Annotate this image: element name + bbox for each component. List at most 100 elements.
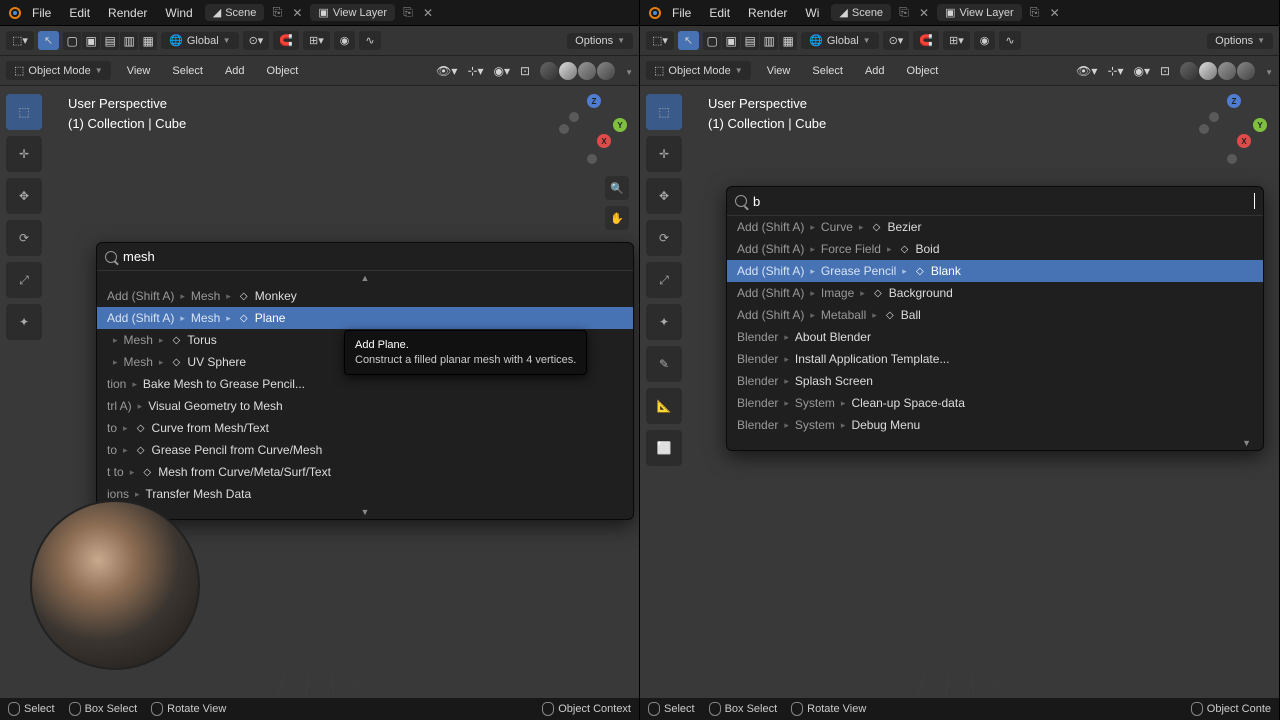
scene-close-icon[interactable]: ✕ xyxy=(915,4,933,22)
search-input[interactable] xyxy=(753,194,1279,209)
snap-toggle[interactable]: 🧲 xyxy=(273,31,299,50)
menu-view[interactable]: View xyxy=(761,62,797,80)
search-result[interactable]: to▸◇Grease Pencil from Curve/Mesh xyxy=(97,439,633,461)
select-mode-4[interactable]: ▥ xyxy=(760,32,778,50)
layer-close-icon[interactable]: ✕ xyxy=(419,4,437,22)
snap-dropdown[interactable]: ⊞▾ xyxy=(303,31,330,50)
cursor-tool[interactable]: ↖ xyxy=(678,31,699,50)
zoom-icon[interactable]: 🔍 xyxy=(605,176,629,200)
menu-file[interactable]: File xyxy=(664,3,699,23)
search-result[interactable]: Blender▸Splash Screen xyxy=(727,370,1263,392)
menu-object[interactable]: Object xyxy=(901,62,945,80)
shading-solid[interactable] xyxy=(1199,62,1217,80)
tool-annotate[interactable]: ✎ xyxy=(646,346,682,382)
viewport[interactable]: User Perspective (1) Collection | Cube ⬚… xyxy=(640,86,1279,720)
menu-view[interactable]: View xyxy=(121,62,157,80)
axis-z[interactable]: Z xyxy=(1227,94,1241,108)
layer-new-icon[interactable]: ⎘ xyxy=(399,4,417,22)
xray-toggle[interactable]: ⊡ xyxy=(520,64,530,78)
menu-file[interactable]: File xyxy=(24,3,59,23)
visibility-dropdown[interactable]: 👁▾ xyxy=(1076,64,1097,78)
cursor-tool[interactable]: ↖ xyxy=(38,31,59,50)
search-result[interactable]: Blender▸About Blender xyxy=(727,326,1263,348)
search-result[interactable]: ions▸Transfer Mesh Data xyxy=(97,483,633,505)
search-result[interactable]: t to▸◇Mesh from Curve/Meta/Surf/Text xyxy=(97,461,633,483)
axis-neg-z[interactable] xyxy=(1227,154,1237,164)
scene-close-icon[interactable]: ✕ xyxy=(288,4,306,22)
axis-neg-z[interactable] xyxy=(587,154,597,164)
select-mode-1[interactable]: ▢ xyxy=(63,32,81,50)
nav-gizmo[interactable]: Z Y X xyxy=(1199,94,1269,164)
search-result[interactable]: Add (Shift A)▸Mesh▸◇Plane xyxy=(97,307,633,329)
search-input[interactable] xyxy=(123,249,625,264)
shading-wireframe[interactable] xyxy=(1180,62,1198,80)
scene-selector[interactable]: ◢ Scene xyxy=(205,4,265,21)
mode-selector[interactable]: ⬚ Object Mode ▼ xyxy=(646,61,751,80)
scene-new-icon[interactable]: ⎘ xyxy=(268,4,286,22)
scene-new-icon[interactable]: ⎘ xyxy=(895,4,913,22)
axis-x[interactable]: X xyxy=(1237,134,1251,148)
pivot-dropdown[interactable]: ⊙▾ xyxy=(883,31,910,50)
tool-transform[interactable]: ✦ xyxy=(6,304,42,340)
proportional-dropdown[interactable]: ∿ xyxy=(999,31,1020,50)
select-mode-1[interactable]: ▢ xyxy=(703,32,721,50)
tool-add-cube[interactable]: ⬜ xyxy=(646,430,682,466)
axis-neg-y[interactable] xyxy=(559,124,569,134)
options-dropdown[interactable]: Options ▼ xyxy=(567,33,633,49)
axis-neg-x[interactable] xyxy=(569,112,579,122)
search-result[interactable]: Blender▸System▸Clean-up Space-data xyxy=(727,392,1263,414)
gizmo-dropdown[interactable]: ⊹▾ xyxy=(467,64,483,78)
tool-transform[interactable]: ✦ xyxy=(646,304,682,340)
menu-window[interactable]: Wind xyxy=(157,3,200,23)
snap-toggle[interactable]: 🧲 xyxy=(913,31,939,50)
tool-cursor[interactable]: ✛ xyxy=(6,136,42,172)
menu-render[interactable]: Render xyxy=(740,3,795,23)
menu-edit[interactable]: Edit xyxy=(701,3,738,23)
shading-dropdown[interactable]: ▼ xyxy=(1265,64,1273,78)
select-mode-4[interactable]: ▥ xyxy=(120,32,138,50)
axis-y[interactable]: Y xyxy=(613,118,627,132)
axis-z[interactable]: Z xyxy=(587,94,601,108)
search-result[interactable]: tion▸Bake Mesh to Grease Pencil... xyxy=(97,373,633,395)
select-mode-3[interactable]: ▤ xyxy=(101,32,119,50)
select-mode-2[interactable]: ▣ xyxy=(82,32,100,50)
overlay-dropdown[interactable]: ◉▾ xyxy=(494,64,511,78)
orientation-dropdown[interactable]: 🌐 Global ▼ xyxy=(161,32,238,49)
scroll-down-icon[interactable]: ▼ xyxy=(727,436,1263,450)
shading-matprev[interactable] xyxy=(1218,62,1236,80)
scroll-up-icon[interactable]: ▲ xyxy=(97,271,633,285)
tool-scale[interactable]: ⤢ xyxy=(6,262,42,298)
tool-move[interactable]: ✥ xyxy=(6,178,42,214)
pivot-dropdown[interactable]: ⊙▾ xyxy=(243,31,270,50)
tool-select-box[interactable]: ⬚ xyxy=(6,94,42,130)
mode-selector[interactable]: ⬚ Object Mode ▼ xyxy=(6,61,111,80)
scene-selector[interactable]: ◢ Scene xyxy=(831,4,891,21)
shading-wireframe[interactable] xyxy=(540,62,558,80)
orientation-dropdown[interactable]: 🌐 Global ▼ xyxy=(801,32,878,49)
menu-select[interactable]: Select xyxy=(166,62,209,80)
tool-move[interactable]: ✥ xyxy=(646,178,682,214)
select-mode-3[interactable]: ▤ xyxy=(741,32,759,50)
axis-neg-y[interactable] xyxy=(1199,124,1209,134)
shading-dropdown[interactable]: ▼ xyxy=(625,64,633,78)
gizmo-dropdown[interactable]: ⊹▾ xyxy=(1107,64,1123,78)
snap-dropdown[interactable]: ⊞▾ xyxy=(943,31,970,50)
menu-add[interactable]: Add xyxy=(219,62,251,80)
menu-add[interactable]: Add xyxy=(859,62,891,80)
nav-gizmo[interactable]: Z Y X xyxy=(559,94,629,164)
menu-object[interactable]: Object xyxy=(261,62,305,80)
tool-measure[interactable]: 📐 xyxy=(646,388,682,424)
search-result[interactable]: Add (Shift A)▸Mesh▸◇Monkey xyxy=(97,285,633,307)
tool-scale[interactable]: ⤢ xyxy=(646,262,682,298)
menu-edit[interactable]: Edit xyxy=(61,3,98,23)
proportional-dropdown[interactable]: ∿ xyxy=(359,31,380,50)
search-result[interactable]: Add (Shift A)▸Curve▸◇Bezier xyxy=(727,216,1263,238)
axis-y[interactable]: Y xyxy=(1253,118,1267,132)
tool-rotate[interactable]: ⟳ xyxy=(646,220,682,256)
shading-rendered[interactable] xyxy=(597,62,615,80)
axis-neg-x[interactable] xyxy=(1209,112,1219,122)
editor-type[interactable]: ⬚▾ xyxy=(6,31,34,50)
shading-solid[interactable] xyxy=(559,62,577,80)
tool-cursor[interactable]: ✛ xyxy=(646,136,682,172)
overlay-dropdown[interactable]: ◉▾ xyxy=(1134,64,1151,78)
